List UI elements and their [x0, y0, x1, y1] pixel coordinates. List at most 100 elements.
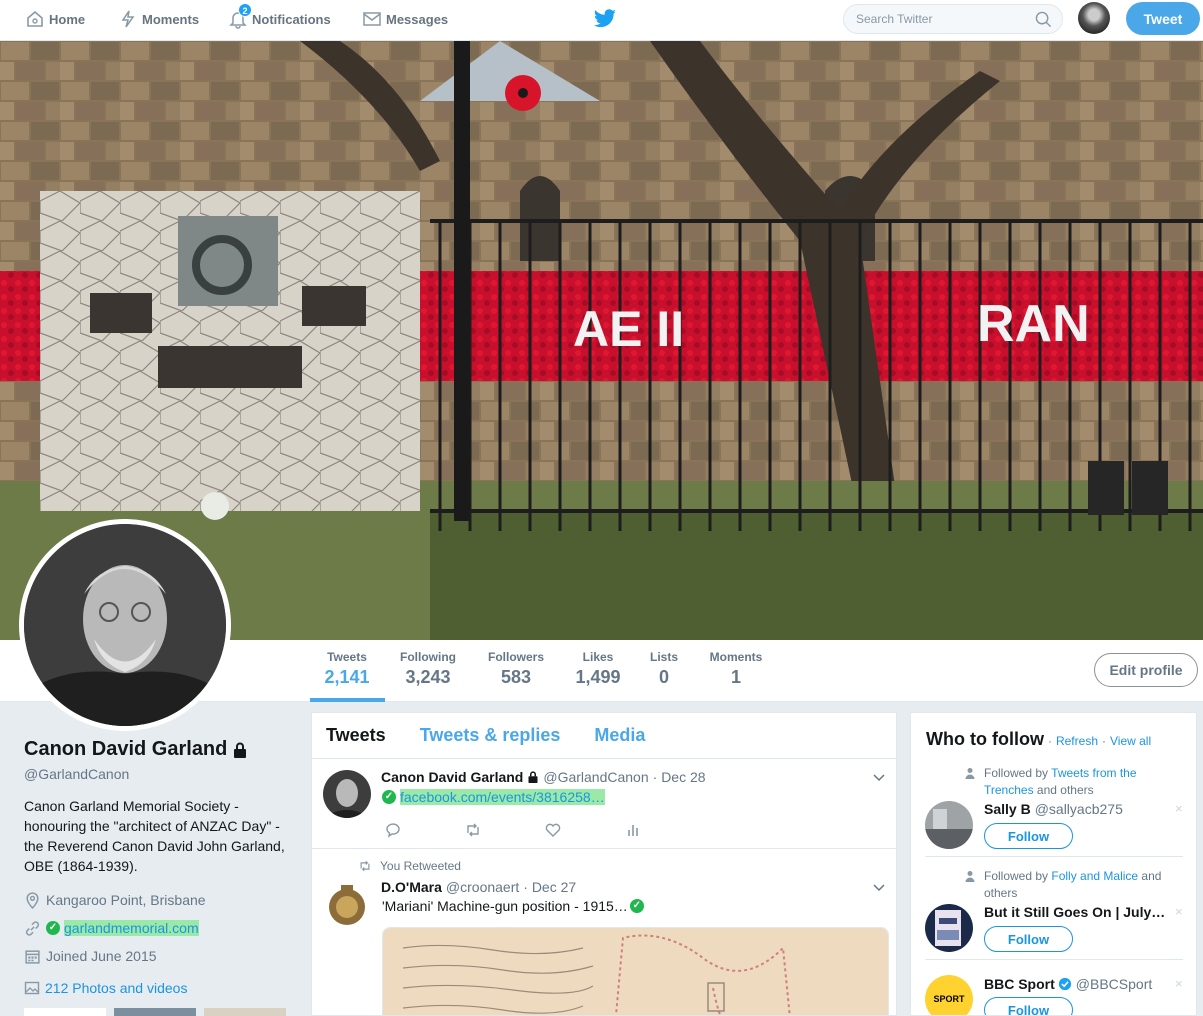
- suggestion-name[interactable]: But it Still Goes On | July…: [984, 904, 1165, 920]
- profile-photo: [24, 524, 226, 726]
- stat-followers-value: 583: [500, 667, 532, 687]
- profile-bio-card: Canon David Garland @GarlandCanon Canon …: [24, 738, 294, 996]
- banner-sign-left: AE II: [573, 301, 684, 357]
- nav-home[interactable]: Home: [25, 9, 85, 29]
- tab-tweets[interactable]: Tweets: [326, 725, 386, 746]
- stat-likes-label: Likes: [582, 650, 614, 664]
- tweet-media-image[interactable]: [382, 927, 889, 1015]
- stat-tweets[interactable]: Tweets 2,141: [322, 650, 372, 688]
- dismiss-icon[interactable]: ×: [1175, 976, 1183, 991]
- search-box: [843, 4, 1063, 34]
- compose-tweet-button[interactable]: Tweet: [1126, 2, 1200, 35]
- divider: [925, 959, 1183, 960]
- active-stat-underline: [310, 698, 385, 702]
- twitter-bird-icon[interactable]: [593, 8, 617, 30]
- suggestion-name-row: Sally B @sallyacb275: [984, 801, 1174, 817]
- profile-joined-text: Joined June 2015: [46, 948, 157, 964]
- verified-check-icon: ✓: [46, 921, 60, 935]
- stat-following[interactable]: Following 3,243: [397, 650, 459, 688]
- follow-button[interactable]: Follow: [984, 823, 1073, 849]
- tweet-author-photo: [323, 770, 371, 818]
- suggestion-handle[interactable]: @BBCSport: [1076, 976, 1152, 992]
- lightning-icon: [121, 10, 135, 28]
- tweet-item[interactable]: You Retweeted D.O'Mara @croonaert · Dec …: [312, 849, 896, 1015]
- followed-by-context: Followed by Folly and Malice and others: [965, 868, 1184, 902]
- media-thumbnail[interactable]: [114, 1008, 196, 1016]
- media-thumbnail[interactable]: [24, 1008, 106, 1016]
- follow-button[interactable]: Follow: [984, 926, 1073, 952]
- who-to-follow-header: Who to follow · Refresh · View all: [926, 729, 1151, 750]
- suggestion-name[interactable]: Sally B: [984, 801, 1031, 817]
- account-avatar[interactable]: [1078, 2, 1110, 34]
- search-icon[interactable]: [1035, 11, 1052, 28]
- stat-likes[interactable]: Likes 1,499: [573, 650, 623, 688]
- nav-notifications[interactable]: 2 Notifications: [228, 3, 331, 29]
- separator-dot: ·: [1102, 734, 1106, 748]
- person-icon: [965, 768, 975, 779]
- suggestion-avatar[interactable]: [925, 904, 973, 952]
- tweet-date[interactable]: · Dec 28: [653, 769, 706, 785]
- dismiss-icon[interactable]: ×: [1175, 904, 1183, 919]
- media-thumbnail[interactable]: [204, 1008, 286, 1016]
- dismiss-icon[interactable]: ×: [1175, 801, 1183, 816]
- chevron-down-icon[interactable]: [873, 774, 885, 782]
- nav-moments[interactable]: Moments: [118, 9, 199, 29]
- stat-tweets-label: Tweets: [327, 650, 367, 664]
- photos-videos-link[interactable]: 212 Photos and videos: [24, 980, 294, 996]
- tab-tweets-replies[interactable]: Tweets & replies: [420, 725, 561, 746]
- reply-icon[interactable]: [384, 821, 402, 839]
- tweet-author-handle[interactable]: @GarlandCanon: [543, 769, 648, 785]
- suggestion-name[interactable]: BBC Sport: [984, 976, 1055, 992]
- profile-location: Kangaroo Point, Brisbane: [24, 890, 294, 910]
- suggestion-avatar[interactable]: SPORT: [925, 975, 973, 1015]
- refresh-link[interactable]: Refresh: [1056, 734, 1098, 748]
- media-thumbnails: [24, 1008, 286, 1016]
- tweet-author-handle[interactable]: @croonaert: [446, 879, 519, 895]
- profile-website: ✓ garlandmemorial.com: [24, 918, 294, 938]
- retweet-icon[interactable]: [464, 821, 482, 839]
- stat-lists[interactable]: Lists 0: [647, 650, 681, 688]
- analytics-icon[interactable]: [624, 821, 642, 839]
- like-heart-icon[interactable]: [544, 821, 562, 839]
- tweet-link[interactable]: facebook.com/events/3816258…: [400, 789, 605, 805]
- profile-avatar[interactable]: [19, 519, 231, 731]
- tweet-header: D.O'Mara @croonaert · Dec 27: [381, 879, 576, 895]
- location-pin-icon: [26, 891, 39, 909]
- profile-website-link[interactable]: garlandmemorial.com: [64, 920, 199, 936]
- envelope-icon: [363, 12, 381, 26]
- search-input[interactable]: [844, 5, 1024, 33]
- verified-badge-icon: [1058, 977, 1071, 991]
- verified-check-icon: ✓: [382, 790, 396, 804]
- tweet-author-name[interactable]: Canon David Garland: [381, 769, 523, 785]
- follow-suggestion: SPORT BBC Sport @BBCSport Follow ×: [911, 973, 1196, 1015]
- tweet-author-name[interactable]: D.O'Mara: [381, 879, 442, 895]
- tweet-date[interactable]: · Dec 27: [523, 879, 576, 895]
- chevron-down-icon[interactable]: [873, 884, 885, 892]
- tweet-author-avatar[interactable]: [323, 770, 371, 818]
- stat-following-value: 3,243: [405, 667, 451, 687]
- nav-messages[interactable]: Messages: [362, 9, 448, 29]
- regimental-badge-image: [323, 881, 371, 929]
- follow-button[interactable]: Follow: [984, 997, 1073, 1015]
- tweet-author-avatar[interactable]: [323, 881, 371, 929]
- stat-moments-label: Moments: [709, 650, 763, 664]
- profile-handle[interactable]: @GarlandCanon: [24, 766, 294, 782]
- nav-home-label: Home: [49, 11, 86, 27]
- nav-moments-label: Moments: [142, 11, 200, 27]
- followed-by-link[interactable]: Folly and Malice: [1051, 869, 1138, 883]
- tab-media[interactable]: Media: [594, 725, 645, 746]
- view-all-link[interactable]: View all: [1110, 734, 1151, 748]
- top-nav-bar: Home Moments 2 Notifications Messages Tw…: [0, 0, 1203, 41]
- separator-dot: ·: [1047, 734, 1052, 748]
- photo-icon: [24, 981, 40, 995]
- edit-profile-button[interactable]: Edit profile: [1094, 653, 1198, 687]
- tweet-item[interactable]: Canon David Garland @GarlandCanon · Dec …: [312, 759, 896, 849]
- divider: [925, 856, 1183, 857]
- suggestion-photo: [925, 801, 973, 849]
- stat-followers[interactable]: Followers 583: [485, 650, 547, 688]
- timeline-tabs: Tweets Tweets & replies Media: [312, 713, 896, 759]
- stat-moments[interactable]: Moments 1: [706, 650, 766, 688]
- suggestion-avatar[interactable]: [925, 801, 973, 849]
- suggestion-handle[interactable]: @sallyacb275: [1035, 801, 1123, 817]
- stat-lists-label: Lists: [649, 650, 678, 664]
